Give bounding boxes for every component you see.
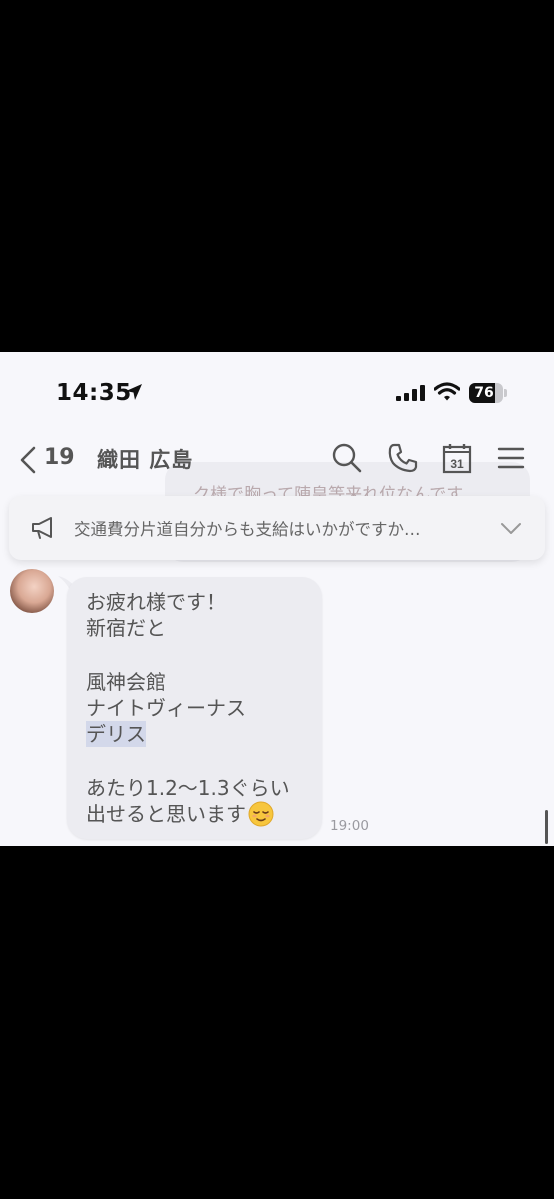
search-icon[interactable] bbox=[331, 442, 363, 474]
message-bubble[interactable]: お疲れ様です！ 新宿だと 風神会館 ナイトヴィーナス デリス あたり1.2〜1.… bbox=[67, 577, 322, 839]
chat-title: 織田 広島 bbox=[97, 448, 194, 472]
phone-icon[interactable] bbox=[387, 442, 419, 474]
chevron-left-icon bbox=[20, 446, 36, 474]
back-button[interactable]: 19 bbox=[16, 442, 78, 476]
cellular-signal-icon bbox=[396, 385, 425, 401]
message-line-selected: デリス bbox=[86, 721, 146, 747]
chevron-down-icon[interactable] bbox=[499, 518, 523, 538]
battery-percentage: 76 bbox=[474, 385, 494, 401]
menu-icon[interactable] bbox=[495, 442, 527, 474]
chat-screen: 14:35 76 ク様で胸って陣皇等来れ位なんです 19 織田 広島 31 交通… bbox=[0, 352, 554, 846]
location-arrow-icon bbox=[126, 384, 142, 400]
scrollbar[interactable] bbox=[545, 810, 548, 844]
message-line-last: 出せると思います bbox=[86, 801, 274, 827]
message-line: 出せると思います bbox=[86, 802, 246, 826]
announcement-banner[interactable]: 交通費分片道自分からも支給はいかがですか… bbox=[9, 496, 545, 560]
message-line: あたり1.2〜1.3ぐらい bbox=[86, 776, 290, 800]
announcement-text: 交通費分片道自分からも支給はいかがですか… bbox=[74, 520, 421, 539]
calendar-icon[interactable]: 31 bbox=[441, 442, 473, 474]
message-line: お疲れ様です！ bbox=[86, 590, 226, 614]
battery-body: 76 bbox=[469, 383, 503, 403]
battery-tip bbox=[504, 389, 507, 397]
megaphone-icon bbox=[32, 517, 52, 539]
unread-count: 19 bbox=[44, 445, 75, 470]
message-line: 新宿だと bbox=[86, 616, 166, 640]
status-time: 14:35 bbox=[56, 380, 132, 406]
message-line: ナイトヴィーナス bbox=[86, 696, 246, 720]
relieved-face-icon bbox=[248, 801, 274, 827]
battery-indicator: 76 bbox=[469, 383, 507, 403]
wifi-icon bbox=[434, 382, 460, 401]
message-timestamp: 19:00 bbox=[330, 818, 369, 834]
message-line: 風神会館 bbox=[86, 670, 166, 694]
avatar[interactable] bbox=[10, 569, 54, 613]
svg-text:31: 31 bbox=[450, 457, 464, 471]
